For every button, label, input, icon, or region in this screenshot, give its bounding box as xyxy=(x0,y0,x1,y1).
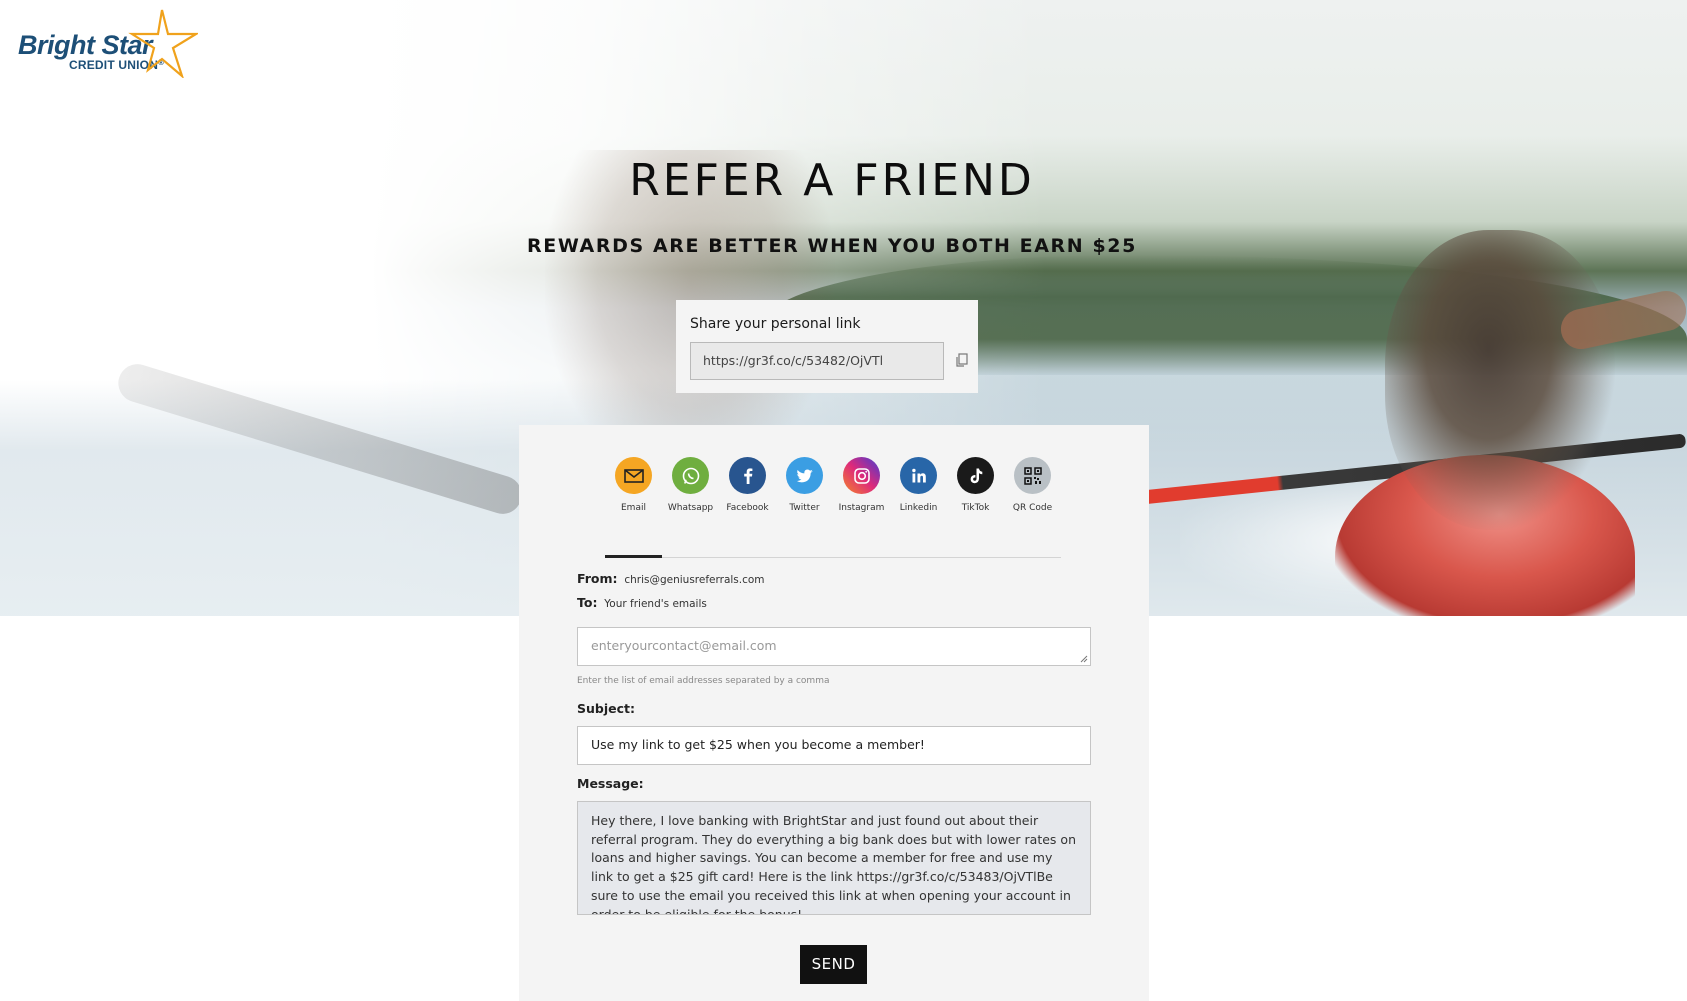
to-row: To: Your friend's emails xyxy=(577,595,707,610)
whatsapp-icon xyxy=(672,457,709,494)
share-link-label: Share your personal link xyxy=(690,316,861,332)
tab-linkedin[interactable]: Linkedin xyxy=(890,457,947,558)
twitter-icon xyxy=(786,457,823,494)
copy-icon[interactable] xyxy=(954,352,970,368)
tab-tiktok[interactable]: TikTok xyxy=(947,457,1004,558)
tab-email[interactable]: Email xyxy=(605,457,662,558)
friend-emails-input[interactable]: enteryourcontact@email.com xyxy=(577,627,1091,666)
page-subtitle: REWARDS ARE BETTER WHEN YOU BOTH EARN $2… xyxy=(527,235,1137,257)
subject-input[interactable]: Use my link to get $25 when you become a… xyxy=(577,726,1091,765)
to-value: Your friend's emails xyxy=(604,598,707,610)
email-icon xyxy=(615,457,652,494)
to-label: To: xyxy=(577,595,598,610)
tab-whatsapp[interactable]: Whatsapp xyxy=(662,457,719,558)
share-link-card: Share your personal link https://gr3f.co… xyxy=(676,300,978,393)
tab-facebook[interactable]: Facebook xyxy=(719,457,776,558)
qr-code-icon xyxy=(1014,457,1051,494)
referral-panel: Email Whatsapp Facebook Twitter Instagra xyxy=(519,425,1149,1001)
tiktok-icon xyxy=(957,457,994,494)
facebook-icon xyxy=(729,457,766,494)
subject-label: Subject: xyxy=(577,701,635,716)
friend-emails-placeholder: enteryourcontact@email.com xyxy=(591,638,777,653)
tab-qr-code-label: QR Code xyxy=(1012,503,1053,513)
resize-grip-icon[interactable] xyxy=(1080,655,1088,663)
instagram-icon xyxy=(843,457,880,494)
from-row: From: chris@geniusreferrals.com xyxy=(577,571,765,586)
message-label: Message: xyxy=(577,776,644,791)
tab-instagram[interactable]: Instagram xyxy=(833,457,890,558)
star-logo-icon xyxy=(128,9,198,78)
brightstar-logo[interactable]: Bright Star CREDIT UNION® xyxy=(18,8,198,80)
friend-emails-hint: Enter the list of email addresses separa… xyxy=(577,676,830,686)
linkedin-icon xyxy=(900,457,937,494)
hero-man-silhouette xyxy=(1385,230,1615,530)
personal-link-field[interactable]: https://gr3f.co/c/53482/OjVTl xyxy=(690,342,944,380)
share-channel-tabs: Email Whatsapp Facebook Twitter Instagra xyxy=(605,457,1061,558)
tab-qr-code[interactable]: QR Code xyxy=(1004,457,1061,558)
send-button[interactable]: SEND xyxy=(800,945,867,984)
from-value: chris@geniusreferrals.com xyxy=(624,574,765,586)
tab-twitter[interactable]: Twitter xyxy=(776,457,833,558)
from-label: From: xyxy=(577,571,618,586)
page-title: REFER A FRIEND xyxy=(629,155,1035,206)
message-textarea[interactable]: Hey there, I love banking with BrightSta… xyxy=(577,801,1091,915)
